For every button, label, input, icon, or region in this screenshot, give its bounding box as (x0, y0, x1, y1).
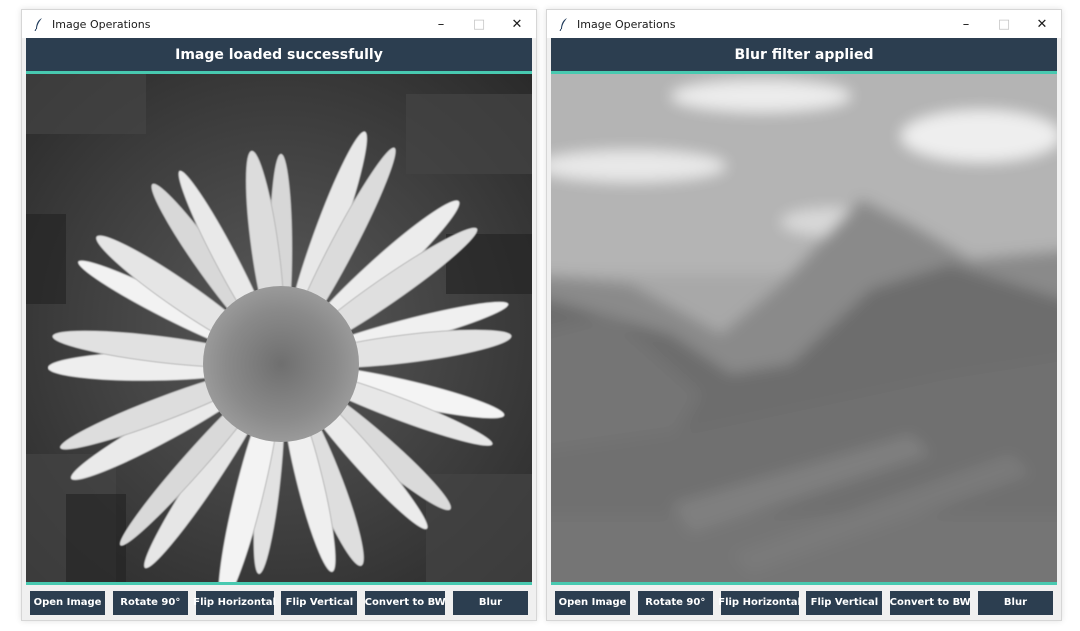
status-label: Blur filter applied (551, 38, 1057, 74)
close-icon[interactable]: ✕ (498, 10, 536, 38)
window-title: Image Operations (577, 17, 676, 31)
open-image-button[interactable]: Open Image (555, 590, 630, 615)
window-title: Image Operations (52, 17, 151, 31)
close-icon[interactable]: ✕ (1023, 10, 1061, 38)
maximize-icon[interactable]: □ (985, 10, 1023, 38)
blur-button[interactable]: Blur (977, 590, 1053, 615)
minimize-icon[interactable]: – (422, 10, 460, 38)
rotate-button[interactable]: Rotate 90° (112, 590, 188, 615)
image-canvas (26, 74, 532, 582)
button-toolbar: Open Image Rotate 90° Flip Horizontal Fl… (551, 582, 1057, 620)
daisy-image (26, 74, 532, 582)
maximize-icon[interactable]: □ (460, 10, 498, 38)
minimize-icon[interactable]: – (947, 10, 985, 38)
feather-icon (32, 17, 46, 31)
feather-icon (557, 17, 571, 31)
button-toolbar: Open Image Rotate 90° Flip Horizontal Fl… (26, 582, 532, 620)
image-operations-window-left: Image Operations – □ ✕ Image loaded succ… (21, 9, 537, 621)
image-operations-window-right: Image Operations – □ ✕ Blur filter appli… (546, 9, 1062, 621)
convert-bw-button[interactable]: Convert to BW (890, 590, 971, 615)
flip-horizontal-button[interactable]: Flip Horizontal (193, 590, 276, 615)
title-bar[interactable]: Image Operations – □ ✕ (22, 10, 536, 38)
mountain-image (551, 74, 1057, 582)
image-canvas (551, 74, 1057, 582)
status-label: Image loaded successfully (26, 38, 532, 74)
open-image-button[interactable]: Open Image (30, 590, 105, 615)
flip-vertical-button[interactable]: Flip Vertical (806, 590, 883, 615)
convert-bw-button[interactable]: Convert to BW (365, 590, 446, 615)
flip-vertical-button[interactable]: Flip Vertical (281, 590, 358, 615)
flower-center (203, 286, 359, 442)
flip-horizontal-button[interactable]: Flip Horizontal (718, 590, 801, 615)
blur-button[interactable]: Blur (452, 590, 528, 615)
title-bar[interactable]: Image Operations – □ ✕ (547, 10, 1061, 38)
rotate-button[interactable]: Rotate 90° (637, 590, 713, 615)
